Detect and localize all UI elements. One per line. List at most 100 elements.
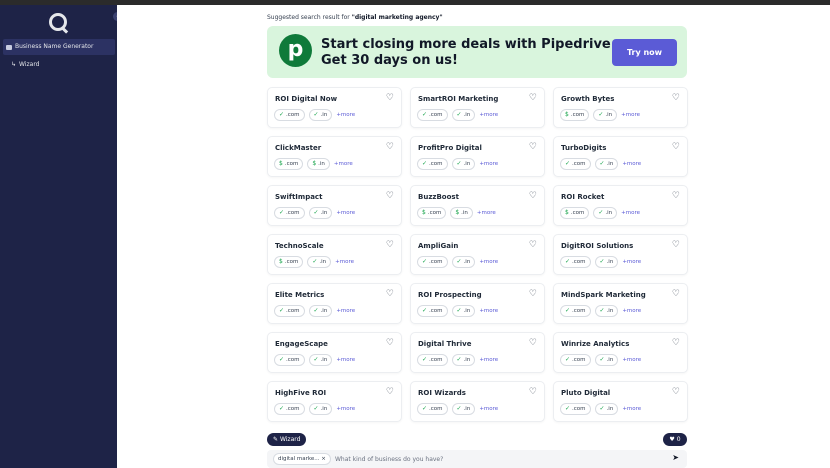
- app-logo-icon[interactable]: [49, 13, 67, 31]
- business-query-input[interactable]: [335, 453, 655, 465]
- domain-chip-in[interactable]: ✓ .in: [593, 207, 618, 219]
- domain-chip-in[interactable]: ✓ .in: [308, 305, 333, 317]
- result-card[interactable]: Digital Thrive ♡ ✓ .com ✓ .in +more: [410, 332, 545, 373]
- domain-chip-in[interactable]: ✓ .in: [451, 354, 476, 366]
- result-card[interactable]: EngageScape ♡ ✓ .com ✓ .in +more: [267, 332, 402, 373]
- domain-chip-com[interactable]: $ .com: [274, 158, 304, 170]
- more-domains-link[interactable]: +more: [622, 308, 641, 314]
- domain-chip-com[interactable]: ✓ .com: [417, 354, 448, 366]
- more-domains-link[interactable]: +more: [622, 259, 641, 265]
- favorite-heart-icon[interactable]: ♡: [672, 338, 680, 348]
- favorite-heart-icon[interactable]: ♡: [386, 387, 394, 397]
- favorite-heart-icon[interactable]: ♡: [529, 191, 537, 201]
- favorite-heart-icon[interactable]: ♡: [672, 142, 680, 152]
- result-card[interactable]: Winrize Analytics ♡ ✓ .com ✓ .in +more: [553, 332, 688, 373]
- favorite-heart-icon[interactable]: ♡: [672, 240, 680, 250]
- more-domains-link[interactable]: +more: [479, 112, 498, 118]
- more-domains-link[interactable]: +more: [335, 259, 354, 265]
- domain-chip-com[interactable]: ✓ .com: [274, 109, 305, 121]
- result-card[interactable]: SwiftImpact ♡ ✓ .com ✓ .in +more: [267, 185, 402, 226]
- result-card[interactable]: BuzzBoost ♡ $ .com $ .in +more: [410, 185, 545, 226]
- domain-chip-com[interactable]: $ .com: [274, 256, 304, 268]
- more-domains-link[interactable]: +more: [622, 357, 641, 363]
- domain-chip-in[interactable]: ✓ .in: [594, 354, 619, 366]
- domain-chip-com[interactable]: ✓ .com: [417, 403, 448, 415]
- more-domains-link[interactable]: +more: [479, 357, 498, 363]
- result-card[interactable]: ClickMaster ♡ $ .com $ .in +more: [267, 136, 402, 177]
- domain-chip-in[interactable]: ✓ .in: [451, 403, 476, 415]
- domain-chip-in[interactable]: ✓ .in: [594, 403, 619, 415]
- domain-chip-in[interactable]: ✓ .in: [307, 256, 332, 268]
- domain-chip-in[interactable]: ✓ .in: [593, 109, 618, 121]
- favorite-heart-icon[interactable]: ♡: [672, 191, 680, 201]
- remove-tag-icon[interactable]: ×: [321, 456, 326, 462]
- domain-chip-com[interactable]: ✓ .com: [274, 207, 305, 219]
- more-domains-link[interactable]: +more: [334, 161, 353, 167]
- domain-chip-com[interactable]: ✓ .com: [560, 305, 591, 317]
- favorite-heart-icon[interactable]: ♡: [386, 142, 394, 152]
- domain-chip-com[interactable]: $ .com: [560, 109, 590, 121]
- result-card[interactable]: Elite Metrics ♡ ✓ .com ✓ .in +more: [267, 283, 402, 324]
- more-domains-link[interactable]: +more: [336, 406, 355, 412]
- domain-chip-com[interactable]: ✓ .com: [560, 158, 591, 170]
- domain-chip-com[interactable]: ✓ .com: [274, 354, 305, 366]
- more-domains-link[interactable]: +more: [336, 308, 355, 314]
- result-card[interactable]: ROI Wizards ♡ ✓ .com ✓ .in +more: [410, 381, 545, 422]
- result-card[interactable]: SmartROI Marketing ♡ ✓ .com ✓ .in +more: [410, 87, 545, 128]
- domain-chip-com[interactable]: ✓ .com: [417, 305, 448, 317]
- send-icon[interactable]: ➤: [672, 453, 679, 462]
- pipedrive-ad-banner[interactable]: p Start closing more deals with Pipedriv…: [267, 26, 687, 78]
- result-card[interactable]: MindSpark Marketing ♡ ✓ .com ✓ .in +more: [553, 283, 688, 324]
- favorite-heart-icon[interactable]: ♡: [386, 338, 394, 348]
- domain-chip-in[interactable]: ✓ .in: [594, 158, 619, 170]
- more-domains-link[interactable]: +more: [479, 259, 498, 265]
- favorite-heart-icon[interactable]: ♡: [386, 191, 394, 201]
- domain-chip-com[interactable]: ✓ .com: [417, 158, 448, 170]
- result-card[interactable]: ProfitPro Digital ♡ ✓ .com ✓ .in +more: [410, 136, 545, 177]
- domain-chip-in[interactable]: ✓ .in: [451, 256, 476, 268]
- more-domains-link[interactable]: +more: [621, 112, 640, 118]
- sidebar-item-business-name-generator[interactable]: Business Name Generator: [3, 39, 115, 55]
- more-domains-link[interactable]: +more: [479, 161, 498, 167]
- domain-chip-in[interactable]: ✓ .in: [308, 109, 333, 121]
- domain-chip-in[interactable]: ✓ .in: [308, 403, 333, 415]
- more-domains-link[interactable]: +more: [621, 210, 640, 216]
- more-domains-link[interactable]: +more: [622, 406, 641, 412]
- result-card[interactable]: AmpliGain ♡ ✓ .com ✓ .in +more: [410, 234, 545, 275]
- result-card[interactable]: ROI Rocket ♡ $ .com ✓ .in +more: [553, 185, 688, 226]
- result-card[interactable]: Growth Bytes ♡ $ .com ✓ .in +more: [553, 87, 688, 128]
- result-card[interactable]: ROI Prospecting ♡ ✓ .com ✓ .in +more: [410, 283, 545, 324]
- favorite-heart-icon[interactable]: ♡: [672, 289, 680, 299]
- domain-chip-com[interactable]: ✓ .com: [274, 305, 305, 317]
- more-domains-link[interactable]: +more: [479, 406, 498, 412]
- more-domains-link[interactable]: +more: [622, 161, 641, 167]
- wizard-button[interactable]: ✎ Wizard: [267, 433, 307, 446]
- favorite-heart-icon[interactable]: ♡: [386, 289, 394, 299]
- more-domains-link[interactable]: +more: [336, 112, 355, 118]
- result-card[interactable]: HighFive ROI ♡ ✓ .com ✓ .in +more: [267, 381, 402, 422]
- domain-chip-com[interactable]: ✓ .com: [560, 403, 591, 415]
- favorite-heart-icon[interactable]: ♡: [672, 387, 680, 397]
- domain-chip-com[interactable]: ✓ .com: [274, 403, 305, 415]
- favorite-heart-icon[interactable]: ♡: [529, 142, 537, 152]
- domain-chip-in[interactable]: ✓ .in: [308, 207, 333, 219]
- favorite-heart-icon[interactable]: ♡: [672, 93, 680, 103]
- domain-chip-in[interactable]: ✓ .in: [451, 158, 476, 170]
- favorites-button[interactable]: ♥ 0: [663, 433, 687, 446]
- domain-chip-in[interactable]: ✓ .in: [451, 305, 476, 317]
- domain-chip-in[interactable]: ✓ .in: [594, 305, 619, 317]
- domain-chip-in[interactable]: $ .in: [450, 207, 473, 219]
- domain-chip-com[interactable]: ✓ .com: [560, 354, 591, 366]
- domain-chip-com[interactable]: ✓ .com: [417, 256, 448, 268]
- favorite-heart-icon[interactable]: ♡: [529, 387, 537, 397]
- favorite-heart-icon[interactable]: ♡: [529, 240, 537, 250]
- result-card[interactable]: DigitROI Solutions ♡ ✓ .com ✓ .in +more: [553, 234, 688, 275]
- result-card[interactable]: TurboDigits ♡ ✓ .com ✓ .in +more: [553, 136, 688, 177]
- favorite-heart-icon[interactable]: ♡: [386, 240, 394, 250]
- domain-chip-in[interactable]: ✓ .in: [594, 256, 619, 268]
- more-domains-link[interactable]: +more: [336, 210, 355, 216]
- query-tag[interactable]: digital marke... ×: [273, 453, 331, 465]
- domain-chip-com[interactable]: ✓ .com: [417, 109, 448, 121]
- result-card[interactable]: TechnoScale ♡ $ .com ✓ .in +more: [267, 234, 402, 275]
- domain-chip-com[interactable]: $ .com: [417, 207, 447, 219]
